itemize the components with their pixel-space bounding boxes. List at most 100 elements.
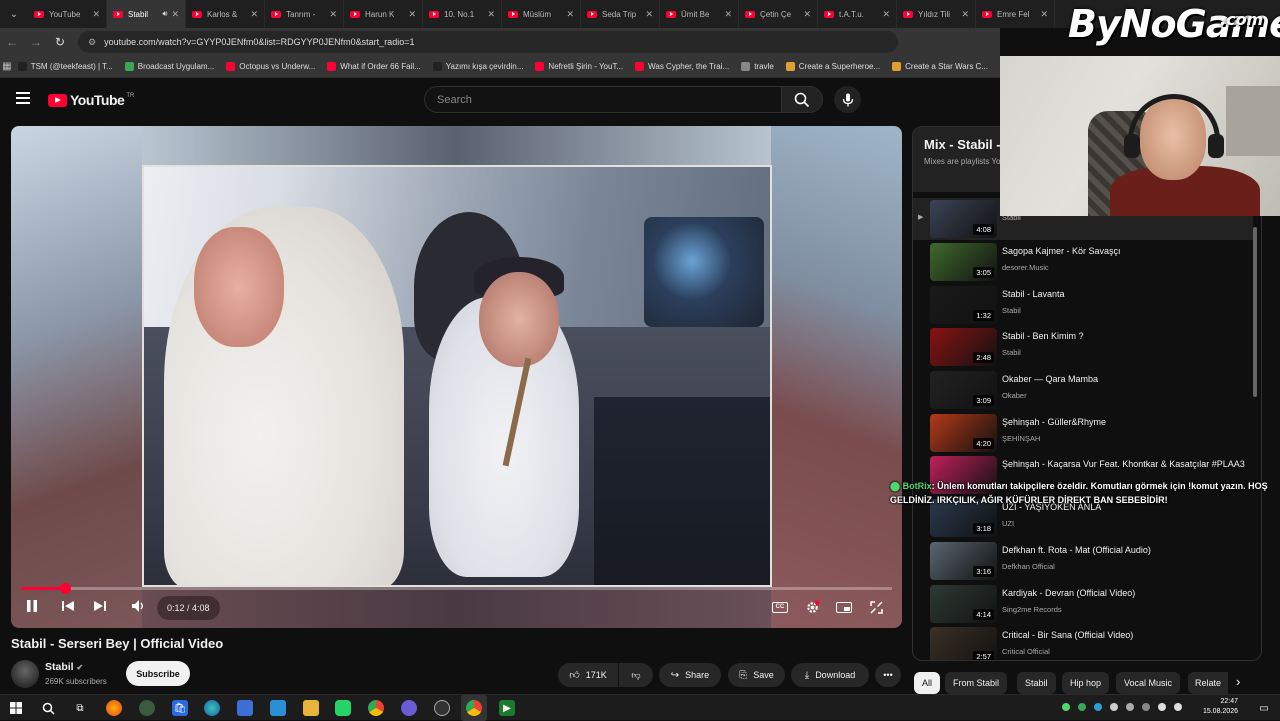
progress-bar[interactable]: [21, 583, 892, 594]
filter-chip[interactable]: Relate: [1188, 672, 1228, 694]
menu-hamburger-icon[interactable]: [16, 92, 30, 104]
whatsapp-icon[interactable]: [335, 700, 351, 716]
close-tab-icon[interactable]: ✕: [803, 9, 811, 20]
progress-scrubber[interactable]: [59, 583, 71, 594]
previous-button[interactable]: [61, 599, 75, 616]
close-tab-icon[interactable]: ✕: [1040, 9, 1048, 20]
filter-chip[interactable]: From Stabil: [945, 672, 1008, 694]
site-info-icon[interactable]: ⚙: [88, 37, 96, 48]
streaming-app-icon[interactable]: ▶: [499, 700, 515, 716]
chrome-icon-1[interactable]: [368, 700, 384, 716]
next-button[interactable]: [93, 599, 107, 616]
filter-chip[interactable]: All: [914, 672, 941, 694]
video-thumbnail[interactable]: 3:05: [930, 243, 997, 281]
firefox-icon[interactable]: [106, 700, 122, 716]
video-thumbnail[interactable]: 1:32: [930, 286, 997, 324]
video-player[interactable]: 0:12 / 4:08 CC: [11, 126, 902, 628]
dislike-button[interactable]: 👎︎: [619, 663, 653, 687]
bookmark-item[interactable]: Nefretli Şirin - YouT...: [535, 62, 623, 71]
url-field[interactable]: ⚙ youtube.com/watch?v=GYYP0JENfm0&list=R…: [78, 31, 898, 53]
bookmark-item[interactable]: Create a Superheroe...: [785, 62, 880, 71]
video-thumbnail[interactable]: 3:16: [930, 542, 997, 580]
close-tab-icon[interactable]: ✕: [329, 9, 337, 20]
bookmark-item[interactable]: Yazımı kışa çevirdin...: [432, 62, 523, 71]
youtube-logo[interactable]: YouTube TR: [48, 92, 134, 108]
forward-arrow-icon[interactable]: →: [24, 35, 48, 49]
bookmark-item[interactable]: TSM (@teekfeast) | T...: [17, 62, 113, 71]
browser-tab[interactable]: Yıldız Tili ✕: [897, 0, 976, 28]
bookmark-item[interactable]: Create a Star Wars C...: [892, 62, 988, 71]
subscribe-button[interactable]: Subscribe: [126, 661, 190, 686]
mix-list-item[interactable]: 2:57 Critical - Bir Sana (Official Video)…: [913, 625, 1253, 660]
task-view-icon[interactable]: ⧉: [72, 700, 88, 716]
tab-search-chevron-icon[interactable]: ⌄: [0, 0, 28, 28]
subtitles-button[interactable]: CC: [769, 598, 791, 616]
mix-list-item[interactable]: 3:05 Sagopa Kajmer - Kör Savaşçı desorer.M…: [913, 241, 1253, 283]
close-tab-icon[interactable]: ✕: [961, 9, 969, 20]
browser-tab[interactable]: Çetin Çe ✕: [739, 0, 818, 28]
fullscreen-button[interactable]: [865, 598, 887, 616]
close-tab-icon[interactable]: ✕: [566, 9, 574, 20]
browser-tab[interactable]: 10. No.1 ✕: [423, 0, 502, 28]
apps-grid-icon[interactable]: ▦: [0, 61, 14, 72]
tray-icon-4[interactable]: [1110, 703, 1118, 711]
bookmark-item[interactable]: What if Order 66 Fail...: [327, 62, 421, 71]
browser-tab[interactable]: Seda Trip ✕: [581, 0, 660, 28]
taskbar-clock[interactable]: 22:47 15.08.2026: [1198, 697, 1238, 717]
app-icon-3[interactable]: [270, 700, 286, 716]
close-tab-icon[interactable]: ✕: [487, 9, 495, 20]
download-button[interactable]: ⤓ Download: [791, 663, 869, 687]
close-tab-icon[interactable]: ✕: [724, 9, 732, 20]
bookmark-item[interactable]: Was Cypher, the Trai...: [635, 62, 729, 71]
bookmark-item[interactable]: Broadcast Uygulam...: [124, 62, 214, 71]
save-button[interactable]: ⎘ Save: [728, 663, 785, 687]
chrome-icon-active[interactable]: [466, 700, 482, 716]
close-tab-icon[interactable]: ✕: [645, 9, 653, 20]
mix-list-item[interactable]: 3:09 Okaber — Qara Mamba Okaber: [913, 369, 1253, 411]
browser-tab[interactable]: Müslüm ✕: [502, 0, 581, 28]
miniplayer-button[interactable]: [833, 598, 855, 616]
video-thumbnail[interactable]: 4:08: [930, 200, 997, 238]
tray-icon-5[interactable]: [1126, 703, 1134, 711]
close-tab-icon[interactable]: ✕: [408, 9, 416, 20]
chips-next-chevron-icon[interactable]: ›: [1236, 674, 1240, 689]
settings-button[interactable]: [801, 598, 823, 616]
voice-search-button[interactable]: [834, 86, 861, 113]
bookmark-item[interactable]: travle: [741, 62, 774, 71]
more-actions-button[interactable]: •••: [875, 663, 901, 687]
network-icon[interactable]: [1158, 703, 1166, 711]
app-icon-2[interactable]: [237, 700, 253, 716]
close-tab-icon[interactable]: ✕: [882, 9, 890, 20]
mix-list-item[interactable]: 4:14 Kardiyak - Devran (Official Video) Si…: [913, 583, 1253, 625]
search-button[interactable]: [781, 86, 823, 113]
speaker-icon[interactable]: 🔊︎: [162, 9, 167, 19]
filter-chip[interactable]: Stabil: [1017, 672, 1056, 694]
mix-list-item[interactable]: 2:48 Stabil - Ben Kimim ? Stabil: [913, 326, 1253, 368]
video-thumbnail[interactable]: 4:14: [930, 585, 997, 623]
mix-list-item[interactable]: 4:20 Şehinşah - Güller&Rhyme ŞEHİNŞAH: [913, 412, 1253, 454]
close-tab-icon[interactable]: ✕: [171, 9, 179, 20]
bookmark-item[interactable]: Octopus vs Underw...: [226, 62, 315, 71]
tray-icon-2[interactable]: [1078, 703, 1086, 711]
tray-icon-1[interactable]: [1062, 703, 1070, 711]
filter-chip[interactable]: Hip hop: [1062, 672, 1110, 694]
tray-icon-3[interactable]: [1094, 703, 1102, 711]
video-thumbnail[interactable]: 3:09: [930, 371, 997, 409]
browser-tab[interactable]: Harun K ✕: [344, 0, 423, 28]
like-button[interactable]: 👍︎ 171K: [558, 663, 618, 687]
browser-tab[interactable]: YouTube ✕: [28, 0, 107, 28]
app-icon-1[interactable]: [139, 700, 155, 716]
search-input[interactable]: Search: [424, 86, 782, 113]
windows-start-icon[interactable]: [8, 700, 24, 716]
browser-tab[interactable]: Emre Fel ✕: [976, 0, 1055, 28]
pause-button[interactable]: [25, 599, 39, 616]
channel-name[interactable]: Stabil ✔: [45, 661, 83, 673]
browser-tab[interactable]: Stabil 🔊︎ ✕: [107, 0, 186, 28]
video-thumbnail[interactable]: 2:48: [930, 328, 997, 366]
app-icon-5[interactable]: [434, 700, 450, 716]
close-tab-icon[interactable]: ✕: [92, 9, 100, 20]
speaker-icon[interactable]: [1174, 703, 1182, 711]
browser-tab[interactable]: Karlos & ✕: [186, 0, 265, 28]
reload-icon[interactable]: ↻: [48, 35, 72, 49]
filter-chip[interactable]: Vocal Music: [1116, 672, 1181, 694]
